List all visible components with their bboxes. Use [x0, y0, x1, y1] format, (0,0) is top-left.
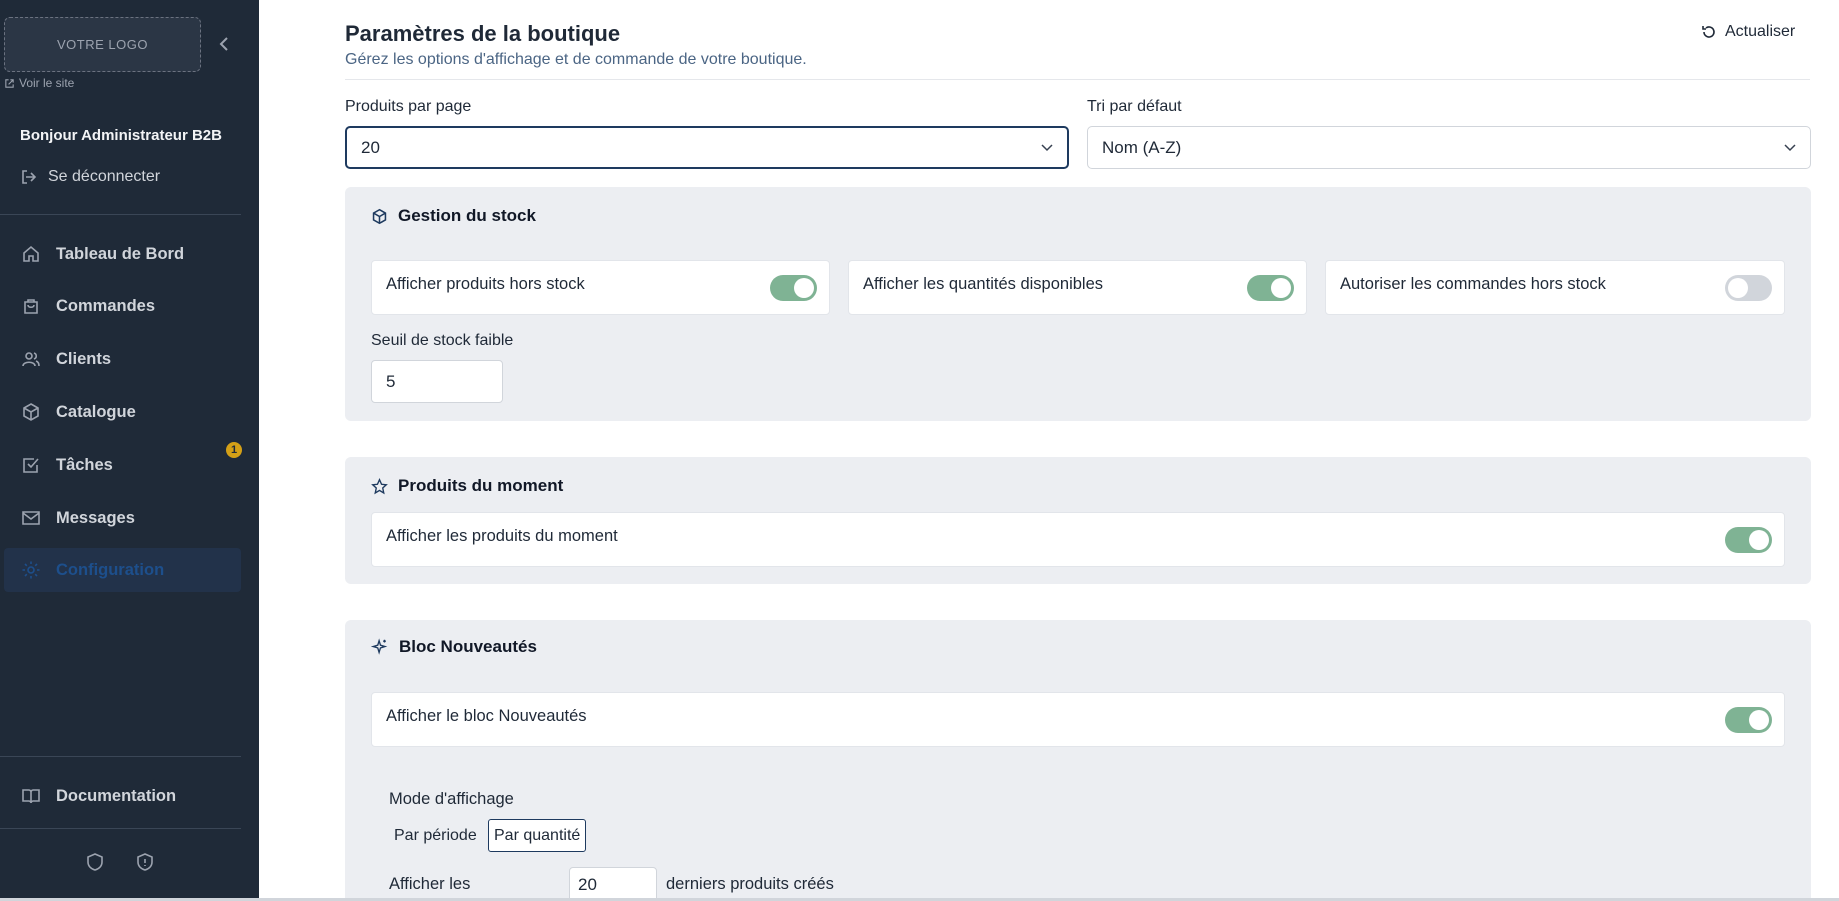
sidebar-divider — [0, 756, 241, 757]
show-featured-products-toggle[interactable] — [1725, 527, 1772, 553]
users-icon — [20, 348, 42, 370]
stock-management-card: Gestion du stock Afficher produits hors … — [345, 187, 1811, 421]
sidebar-item-configuration[interactable]: Configuration — [4, 548, 241, 592]
stock-card-title: Gestion du stock — [371, 206, 536, 226]
low-stock-threshold-label: Seuil de stock faible — [371, 332, 514, 349]
toggle-knob — [1271, 278, 1291, 298]
toggle-row-out-of-stock: Afficher produits hors stock — [371, 260, 830, 315]
logout-icon — [22, 170, 37, 184]
page-title: Paramètres de la boutique — [345, 21, 621, 46]
new-products-card-title: Bloc Nouveautés — [371, 637, 537, 657]
toggle-row-featured: Afficher les produits du moment — [371, 512, 1785, 567]
mail-icon — [20, 507, 42, 529]
featured-products-card: Produits du moment Afficher les produits… — [345, 457, 1811, 584]
allow-backorders-toggle[interactable] — [1725, 275, 1772, 301]
sidebar-item-orders[interactable]: Commandes — [4, 284, 241, 328]
count-suffix-text: derniers produits créés — [666, 875, 834, 893]
shopping-bag-icon — [20, 295, 42, 317]
refresh-button[interactable]: Actualiser — [1701, 23, 1795, 41]
sidebar-item-label: Messages — [56, 508, 135, 527]
per-page-select[interactable]: 20 — [345, 126, 1069, 169]
sidebar-item-clients[interactable]: Clients — [4, 337, 241, 381]
checkbox-icon — [20, 454, 42, 476]
toggle-label: Afficher les produits du moment — [386, 527, 618, 545]
sidebar-item-label: Tâches — [56, 455, 113, 474]
documentation-link[interactable]: Documentation — [4, 774, 241, 818]
toggle-label: Afficher le bloc Nouveautés — [386, 707, 587, 725]
display-mode-label: Mode d'affichage — [389, 790, 514, 808]
logout-button[interactable]: Se déconnecter — [20, 168, 160, 186]
toggle-label: Afficher les quantités disponibles — [863, 275, 1104, 293]
star-icon — [371, 477, 388, 494]
shield-alert-icon[interactable] — [136, 852, 154, 877]
show-quantities-toggle[interactable] — [1247, 275, 1294, 301]
view-site-label: Voir le site — [19, 76, 75, 90]
sidebar-divider — [0, 214, 241, 215]
sidebar-item-label: Clients — [56, 349, 112, 368]
toggle-knob — [1728, 278, 1748, 298]
toggle-knob — [1749, 710, 1769, 730]
new-products-count-input[interactable]: 20 — [569, 867, 657, 901]
book-open-icon — [20, 785, 42, 807]
sidebar-item-label: Configuration — [56, 560, 165, 579]
home-icon — [20, 243, 42, 265]
sidebar-item-label: Commandes — [56, 296, 156, 315]
view-site-link[interactable]: Voir le site — [4, 76, 74, 90]
chevron-down-icon — [1784, 143, 1796, 151]
package-icon — [372, 208, 387, 224]
sidebar-item-label: Tableau de Bord — [56, 244, 185, 263]
toggle-knob — [1749, 530, 1769, 550]
toggle-label: Afficher produits hors stock — [386, 275, 585, 293]
external-link-icon — [5, 78, 14, 88]
chevron-left-icon — [219, 37, 228, 51]
documentation-label: Documentation — [56, 786, 177, 805]
sparkles-icon — [371, 638, 388, 655]
refresh-icon — [1702, 26, 1715, 38]
header-divider — [345, 79, 1810, 80]
logo-text: VOTRE LOGO — [57, 37, 148, 52]
toggle-label: Autoriser les commandes hors stock — [1340, 275, 1606, 293]
logout-label: Se déconnecter — [48, 168, 161, 185]
mode-by-period-button[interactable]: Par période — [389, 819, 482, 852]
count-prefix-text: Afficher les — [389, 875, 471, 893]
collapse-sidebar-button[interactable] — [214, 30, 234, 58]
main-content: Paramètres de la boutique Gérez les opti… — [259, 0, 1839, 901]
user-greeting: Bonjour Administrateur B2B — [20, 127, 222, 144]
package-icon — [20, 401, 42, 423]
toggle-row-new-products: Afficher le bloc Nouveautés — [371, 692, 1785, 747]
sidebar-item-catalogue[interactable]: Catalogue — [4, 390, 241, 434]
page-subtitle: Gérez les options d'affichage et de comm… — [345, 51, 807, 68]
footer-icons — [86, 852, 154, 877]
low-stock-threshold-input[interactable]: 5 — [371, 360, 503, 403]
mode-by-quantity-button[interactable]: Par quantité — [488, 819, 587, 852]
gear-icon — [20, 559, 42, 581]
sidebar-item-label: Catalogue — [56, 402, 136, 421]
toggle-row-quantities: Afficher les quantités disponibles — [848, 260, 1307, 315]
featured-card-title: Produits du moment — [371, 476, 563, 496]
sidebar-item-tasks[interactable]: Tâches — [4, 443, 241, 487]
show-out-of-stock-toggle[interactable] — [770, 275, 817, 301]
new-products-card: Bloc Nouveautés Afficher le bloc Nouveau… — [345, 620, 1811, 901]
refresh-label: Actualiser — [1725, 23, 1796, 40]
sidebar-divider — [0, 828, 241, 829]
per-page-value: 20 — [361, 137, 380, 157]
logo-placeholder[interactable]: VOTRE LOGO — [4, 17, 201, 72]
sort-label: Tri par défaut — [1087, 98, 1182, 115]
toggle-knob — [794, 278, 814, 298]
per-page-label: Produits par page — [345, 98, 472, 115]
toggle-row-backorders: Autoriser les commandes hors stock — [1325, 260, 1785, 315]
shield-icon[interactable] — [86, 852, 104, 877]
sidebar: VOTRE LOGO Voir le site Bonjour Administ… — [0, 0, 259, 901]
show-new-products-toggle[interactable] — [1725, 707, 1772, 733]
sidebar-item-messages[interactable]: Messages — [4, 496, 241, 540]
sort-value: Nom (A-Z) — [1102, 137, 1182, 157]
sidebar-item-dashboard[interactable]: Tableau de Bord — [4, 232, 241, 276]
chevron-down-icon — [1041, 143, 1053, 151]
tasks-count-badge: 1 — [226, 442, 242, 458]
sort-select[interactable]: Nom (A-Z) — [1087, 126, 1811, 169]
